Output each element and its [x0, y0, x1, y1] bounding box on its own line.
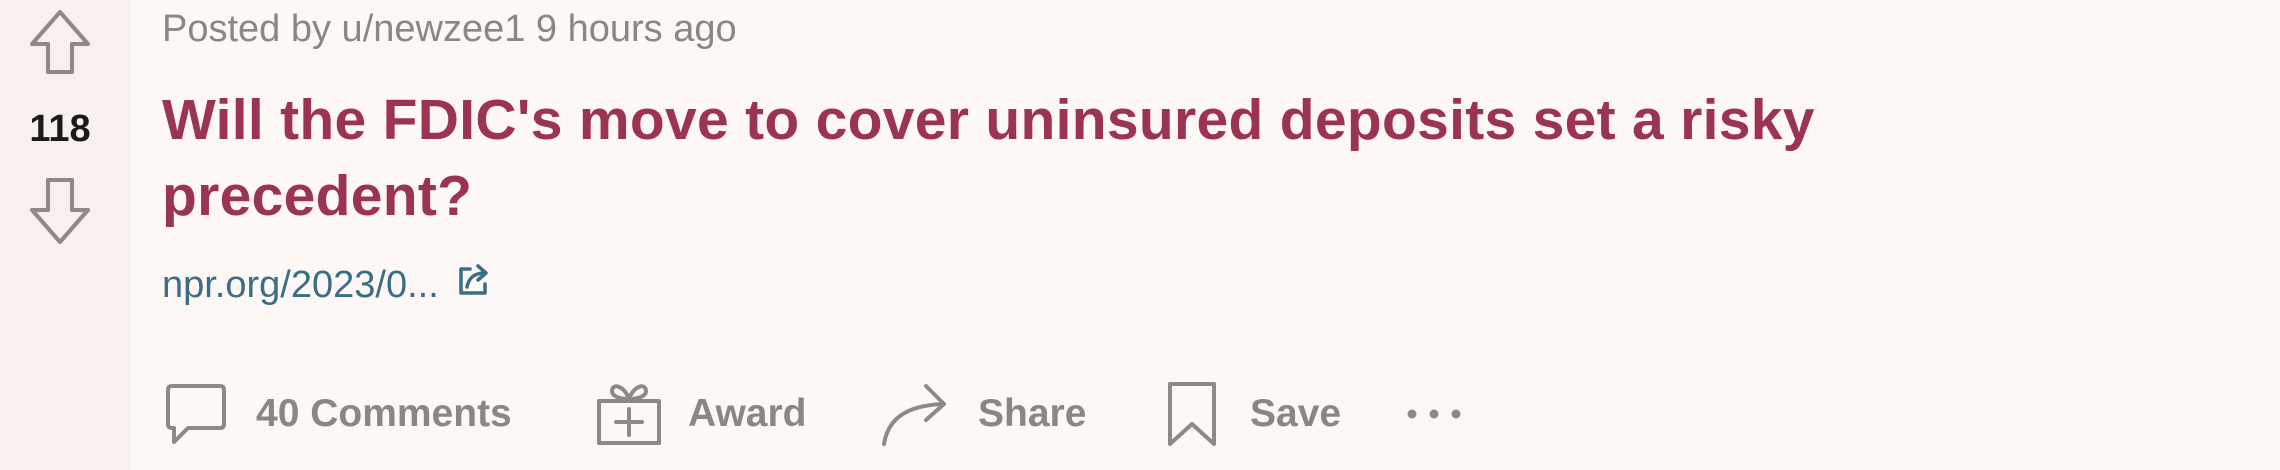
- gift-icon: [597, 384, 661, 445]
- external-link-icon[interactable]: [453, 261, 493, 301]
- share-button[interactable]: Share: [878, 378, 1164, 450]
- curved-arrow-icon: [882, 384, 946, 446]
- post-actions-bar: 40 Comments Award Share Save: [162, 376, 1484, 452]
- share-label: Share: [978, 392, 1087, 435]
- speech-bubble-icon: [166, 384, 226, 444]
- save-button[interactable]: Save: [1164, 378, 1404, 450]
- comments-label: 40 Comments: [256, 392, 512, 435]
- award-button[interactable]: Award: [594, 379, 878, 449]
- vote-column: 118: [0, 0, 130, 470]
- vote-score: 118: [29, 108, 91, 150]
- award-label: Award: [688, 392, 807, 435]
- upvote-button[interactable]: [24, 4, 96, 80]
- arrow-down-outline-icon: [30, 178, 90, 244]
- post-content: Posted by u/newzee1 9 hours ago Will the…: [162, 0, 2242, 470]
- comments-button[interactable]: 40 Comments: [162, 380, 594, 448]
- post-link-text[interactable]: npr.org/2023/0...: [162, 264, 439, 307]
- bookmark-icon: [1168, 382, 1216, 446]
- downvote-button[interactable]: [24, 174, 96, 250]
- horizontal-ellipsis-icon: [1407, 409, 1461, 419]
- more-options-button[interactable]: [1404, 404, 1484, 424]
- save-label: Save: [1250, 392, 1342, 435]
- post-title[interactable]: Will the FDIC's move to cover uninsured …: [162, 82, 2062, 234]
- post-meta: Posted by u/newzee1 9 hours ago: [162, 8, 737, 50]
- arrow-up-outline-icon: [30, 10, 90, 74]
- post-link[interactable]: npr.org/2023/0...: [162, 261, 493, 307]
